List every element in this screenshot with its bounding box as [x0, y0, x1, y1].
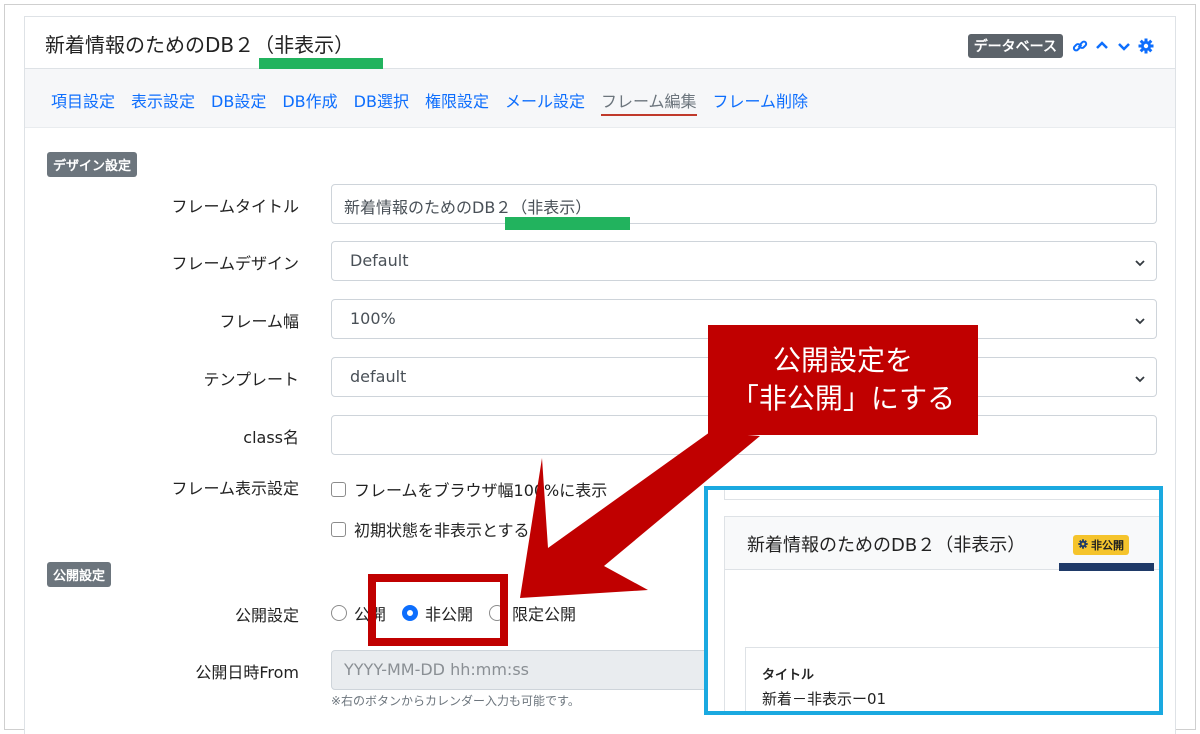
frame-display-label: フレーム表示設定 [171, 479, 299, 498]
inset-frame: 新着情報のためのDB２（非表示） 非公開 タイトル 新着－非表示ー01 [724, 516, 1159, 711]
browser-width-checkbox[interactable] [331, 481, 346, 497]
tab-frame-edit[interactable]: フレーム編集 [601, 88, 697, 116]
chevron-down-icon [1134, 370, 1146, 389]
panel-header: 新着情報のためのDB２（非表示） データベース [25, 17, 1175, 69]
tab-db-settings[interactable]: DB設定 [211, 88, 266, 116]
radio-limited-label: 限定公開 [512, 605, 577, 624]
panel-title: 新着情報のためのDB２（非表示） [45, 33, 355, 57]
initial-hidden-checkbox[interactable] [331, 521, 346, 537]
inset-frame-title: 新着情報のためのDB２（非表示） [747, 535, 1026, 556]
inset-previous-frame-edge [724, 490, 1159, 500]
initial-hidden-label: 初期状態を非表示とする [354, 521, 530, 540]
gear-icon [1078, 538, 1088, 552]
radio-public[interactable] [331, 605, 347, 621]
title-highlight-underline [259, 58, 383, 69]
annotation-callout: 公開設定を 「非公開」にする [708, 325, 978, 435]
private-badge-label: 非公開 [1091, 539, 1124, 552]
inset-card-field-label: タイトル [762, 668, 815, 683]
badge-highlight-underline [1059, 563, 1154, 571]
frame-title-input[interactable]: 新着情報のためのDB２（非表示） [331, 184, 1157, 224]
tab-permission-settings[interactable]: 権限設定 [425, 88, 489, 116]
chevron-up-icon[interactable] [1093, 37, 1111, 55]
inset-card-field-value: 新着－非表示ー01 [762, 690, 887, 708]
frame-design-value: Default [350, 251, 409, 270]
tab-mail-settings[interactable]: メール設定 [505, 88, 585, 116]
private-highlight-box [368, 574, 508, 646]
design-section-label: デザイン設定 [47, 152, 138, 177]
private-badge: 非公開 [1073, 535, 1129, 555]
template-label: テンプレート [203, 370, 299, 389]
inset-record-card: タイトル 新着－非表示ー01 [745, 647, 1159, 711]
inset-frame-header: 新着情報のためのDB２（非表示） 非公開 [725, 517, 1159, 571]
frame-design-label: フレームデザイン [171, 254, 299, 273]
link-icon[interactable] [1071, 37, 1089, 55]
callout-line2: 「非公開」にする [730, 382, 956, 415]
gear-icon[interactable] [1137, 37, 1155, 55]
initial-hidden-checkbox-row[interactable]: 初期状態を非表示とする [331, 517, 530, 541]
publish-from-label: 公開日時From [195, 663, 299, 682]
publish-setting-label: 公開設定 [234, 606, 299, 625]
tab-db-create[interactable]: DB作成 [282, 88, 337, 116]
browser-width-checkbox-row[interactable]: フレームをブラウザ幅100%に表示 [331, 477, 607, 501]
chevron-down-icon [1134, 254, 1146, 273]
header-actions: データベース [967, 34, 1155, 58]
publish-from-input[interactable]: YYYY-MM-DD hh:mm:ss [331, 650, 731, 690]
frame-width-label: フレーム幅 [219, 312, 299, 331]
browser-width-label: フレームをブラウザ幅100%に表示 [354, 481, 608, 500]
calendar-hint: ※右のボタンからカレンダー入力も可能です。 [331, 694, 580, 708]
tab-frame-delete[interactable]: フレーム削除 [713, 88, 809, 116]
input-highlight-underline [505, 217, 630, 230]
frame-design-select[interactable]: Default [331, 241, 1157, 281]
frame-width-value: 100% [350, 309, 396, 328]
tab-bar: 項目設定 表示設定 DB設定 DB作成 DB選択 権限設定 メール設定 フレーム… [25, 69, 1175, 128]
preview-inset: 新着情報のためのDB２（非表示） 非公開 タイトル 新着－非表示ー01 [704, 486, 1163, 715]
plugin-badge: データベース [967, 34, 1063, 58]
chevron-down-icon[interactable] [1115, 37, 1133, 55]
publish-section-label: 公開設定 [47, 562, 112, 587]
tab-db-select[interactable]: DB選択 [354, 88, 409, 116]
class-name-label: class名 [243, 428, 299, 447]
template-value: default [350, 367, 407, 386]
chevron-down-icon [1134, 312, 1146, 331]
tab-item-settings[interactable]: 項目設定 [51, 88, 115, 116]
frame-title-label: フレームタイトル [171, 197, 299, 216]
callout-line1: 公開設定を [772, 344, 913, 377]
tab-display-settings[interactable]: 表示設定 [131, 88, 195, 116]
tab-list: 項目設定 表示設定 DB設定 DB作成 DB選択 権限設定 メール設定 フレーム… [51, 88, 808, 116]
